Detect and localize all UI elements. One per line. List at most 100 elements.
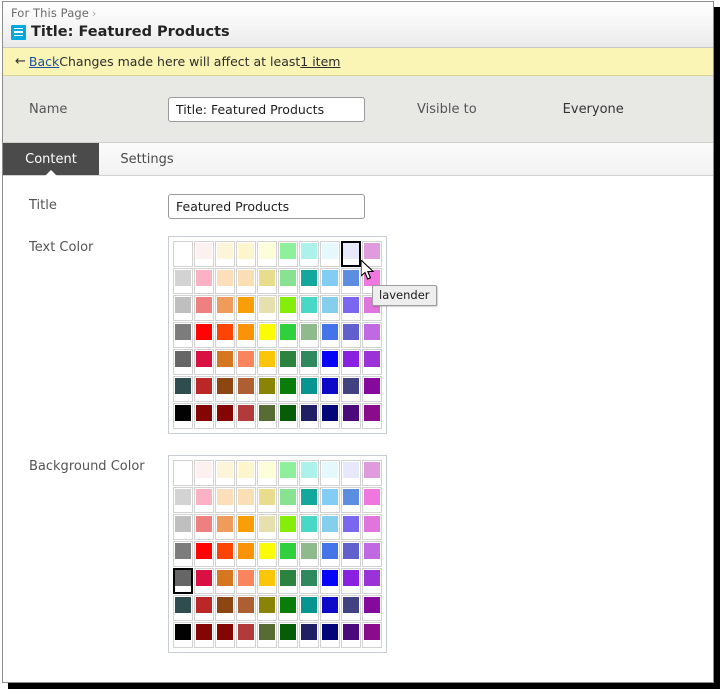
color-swatch[interactable]: [194, 541, 214, 567]
color-swatch[interactable]: [194, 403, 214, 429]
color-swatch[interactable]: [173, 403, 193, 429]
color-swatch[interactable]: [362, 322, 382, 348]
color-swatch[interactable]: [194, 514, 214, 540]
color-swatch[interactable]: [215, 595, 235, 621]
color-swatch[interactable]: [236, 322, 256, 348]
color-swatch[interactable]: [320, 514, 340, 540]
color-swatch[interactable]: [215, 295, 235, 321]
color-swatch[interactable]: [320, 241, 340, 267]
color-swatch[interactable]: [215, 268, 235, 294]
color-swatch[interactable]: [194, 622, 214, 648]
color-swatch[interactable]: [341, 322, 361, 348]
color-swatch[interactable]: [320, 268, 340, 294]
title-input[interactable]: [168, 194, 365, 219]
color-swatch[interactable]: [173, 568, 193, 594]
color-swatch[interactable]: [341, 514, 361, 540]
color-swatch[interactable]: [215, 376, 235, 402]
color-swatch[interactable]: [362, 514, 382, 540]
color-swatch[interactable]: [362, 541, 382, 567]
color-swatch[interactable]: [173, 349, 193, 375]
color-swatch[interactable]: [299, 568, 319, 594]
color-swatch[interactable]: [320, 622, 340, 648]
color-swatch[interactable]: [362, 460, 382, 486]
color-swatch[interactable]: [257, 322, 277, 348]
color-swatch[interactable]: [320, 460, 340, 486]
color-swatch[interactable]: [320, 595, 340, 621]
color-swatch[interactable]: [236, 403, 256, 429]
color-swatch[interactable]: [173, 295, 193, 321]
color-swatch[interactable]: [236, 241, 256, 267]
color-swatch[interactable]: [362, 403, 382, 429]
color-swatch[interactable]: [299, 460, 319, 486]
color-swatch[interactable]: [341, 403, 361, 429]
color-swatch[interactable]: [236, 376, 256, 402]
color-swatch[interactable]: [320, 541, 340, 567]
color-swatch[interactable]: [278, 322, 298, 348]
color-swatch[interactable]: [278, 595, 298, 621]
color-swatch[interactable]: [215, 460, 235, 486]
color-swatch[interactable]: [278, 268, 298, 294]
affected-item-link[interactable]: 1 item: [300, 54, 340, 69]
color-swatch[interactable]: [194, 376, 214, 402]
color-swatch[interactable]: [299, 514, 319, 540]
color-swatch[interactable]: [362, 487, 382, 513]
color-swatch[interactable]: [320, 487, 340, 513]
color-swatch[interactable]: [215, 403, 235, 429]
color-swatch[interactable]: [215, 541, 235, 567]
color-swatch[interactable]: [320, 568, 340, 594]
color-swatch[interactable]: [257, 487, 277, 513]
color-swatch[interactable]: [173, 460, 193, 486]
color-swatch[interactable]: [257, 514, 277, 540]
color-swatch[interactable]: [278, 376, 298, 402]
tab-content[interactable]: Content: [3, 143, 99, 175]
color-swatch[interactable]: [236, 268, 256, 294]
color-swatch[interactable]: [257, 376, 277, 402]
visible-to-value[interactable]: Everyone: [563, 102, 624, 117]
back-link[interactable]: Back: [29, 54, 59, 69]
color-swatch[interactable]: [299, 241, 319, 267]
color-swatch[interactable]: [299, 322, 319, 348]
color-swatch[interactable]: [173, 241, 193, 267]
color-swatch[interactable]: [215, 349, 235, 375]
name-input[interactable]: [168, 97, 365, 122]
color-swatch[interactable]: [236, 568, 256, 594]
color-swatch[interactable]: [341, 487, 361, 513]
color-swatch[interactable]: [257, 295, 277, 321]
color-swatch[interactable]: [257, 403, 277, 429]
color-swatch[interactable]: [341, 376, 361, 402]
breadcrumb-parent-link[interactable]: For This Page: [11, 6, 89, 20]
color-swatch[interactable]: [341, 595, 361, 621]
color-swatch[interactable]: [341, 622, 361, 648]
color-swatch[interactable]: [320, 349, 340, 375]
color-swatch[interactable]: [215, 568, 235, 594]
color-swatch[interactable]: [173, 322, 193, 348]
color-swatch[interactable]: [236, 460, 256, 486]
color-swatch[interactable]: [173, 595, 193, 621]
color-swatch[interactable]: [299, 295, 319, 321]
color-swatch[interactable]: [194, 322, 214, 348]
color-swatch[interactable]: [278, 541, 298, 567]
color-swatch[interactable]: [194, 595, 214, 621]
color-swatch[interactable]: [278, 568, 298, 594]
color-swatch[interactable]: [236, 295, 256, 321]
color-swatch[interactable]: [299, 376, 319, 402]
color-swatch[interactable]: [299, 349, 319, 375]
color-swatch[interactable]: [278, 460, 298, 486]
color-swatch[interactable]: [194, 487, 214, 513]
background-color-palette[interactable]: [168, 455, 387, 653]
color-swatch[interactable]: [173, 487, 193, 513]
color-swatch[interactable]: [215, 514, 235, 540]
color-swatch[interactable]: [257, 622, 277, 648]
color-swatch[interactable]: [257, 541, 277, 567]
color-swatch[interactable]: [215, 622, 235, 648]
color-swatch[interactable]: [236, 514, 256, 540]
color-swatch[interactable]: [173, 622, 193, 648]
color-swatch[interactable]: [194, 241, 214, 267]
color-swatch[interactable]: [320, 322, 340, 348]
color-swatch[interactable]: [299, 541, 319, 567]
color-swatch[interactable]: [362, 349, 382, 375]
color-swatch[interactable]: [194, 568, 214, 594]
color-swatch[interactable]: [257, 460, 277, 486]
color-swatch[interactable]: [194, 460, 214, 486]
color-swatch[interactable]: [362, 595, 382, 621]
